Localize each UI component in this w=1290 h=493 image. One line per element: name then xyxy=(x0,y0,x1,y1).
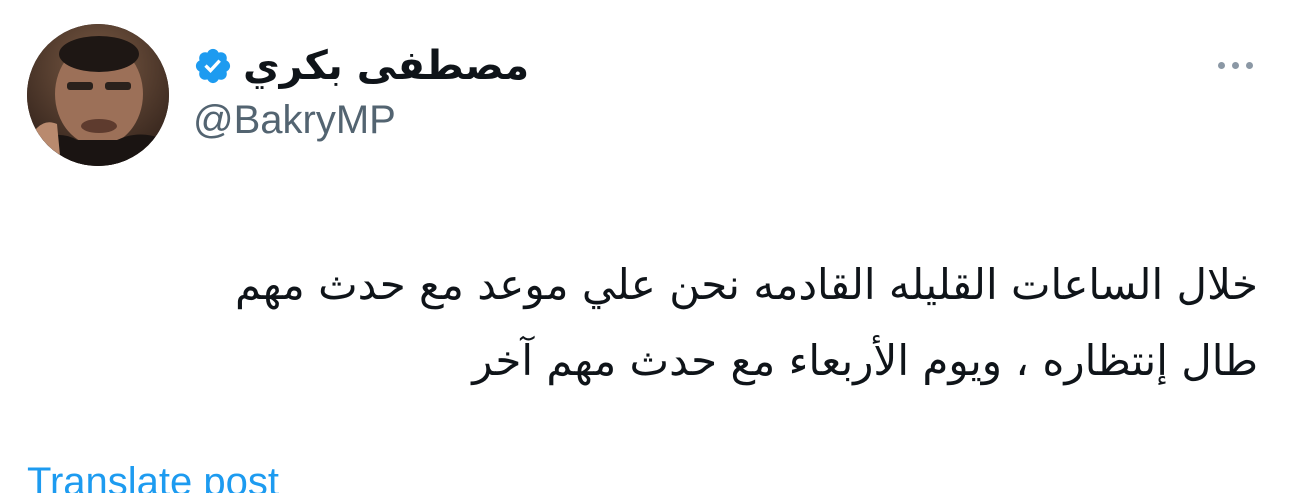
more-options-button[interactable] xyxy=(1208,50,1262,80)
translate-post-link[interactable]: Translate post xyxy=(27,462,279,493)
more-options-icon-dot xyxy=(1245,61,1253,69)
author-name-row[interactable]: مصطفى بكري xyxy=(193,36,529,96)
more-options-icon-dot xyxy=(1231,61,1239,69)
post-card: مصطفى بكري @BakryMP خلال الساعات القليله… xyxy=(0,0,1290,493)
author-handle[interactable]: @BakryMP xyxy=(193,100,396,140)
author-display-name: مصطفى بكري xyxy=(243,43,530,89)
more-options-icon xyxy=(1217,61,1225,69)
verified-badge-icon xyxy=(193,46,233,86)
avatar[interactable] xyxy=(27,24,169,166)
post-text: خلال الساعات القليله القادمه نحن علي موع… xyxy=(234,260,1258,385)
avatar-photo xyxy=(27,24,169,166)
